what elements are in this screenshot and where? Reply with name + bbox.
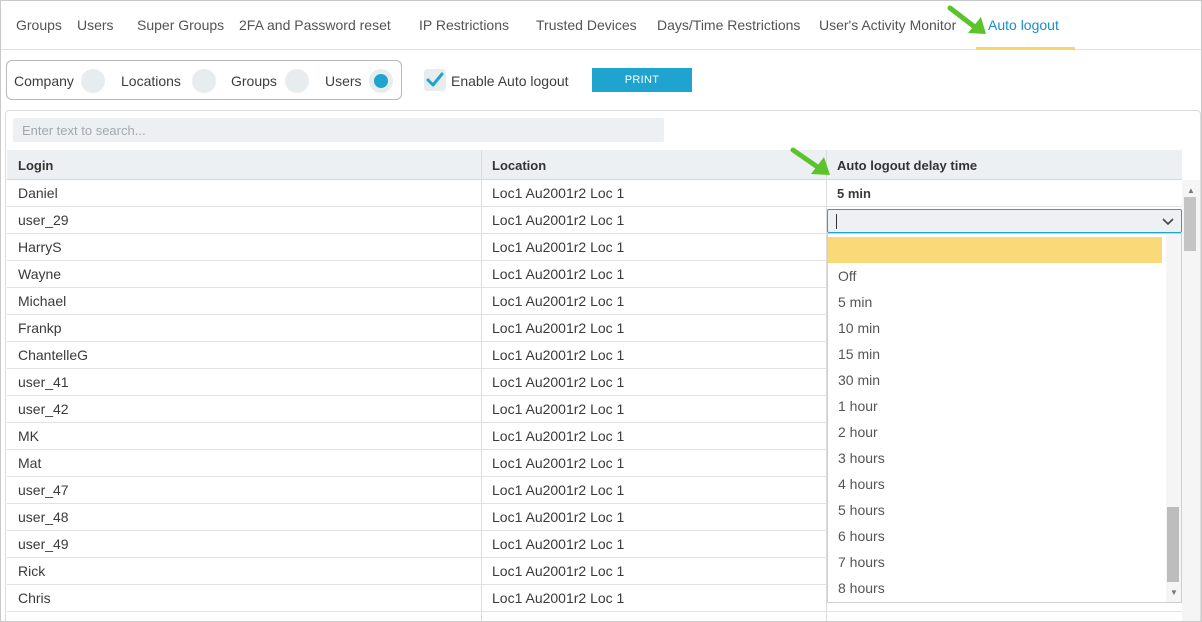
tab-trusted-devices[interactable]: Trusted Devices: [536, 17, 637, 33]
cell-location: Loc1 Au2001r2 Loc 1: [492, 212, 625, 228]
dropdown-option-empty[interactable]: [828, 237, 1162, 263]
cell-location: Loc1 Au2001r2 Loc 1: [492, 563, 625, 579]
table-scrollbar-thumb[interactable]: [1184, 197, 1196, 251]
cell-location: Loc1 Au2001r2 Loc 1: [492, 320, 625, 336]
cell-login: user_29: [18, 212, 69, 228]
table-row[interactable]: Daniel Loc1 Au2001r2 Loc 1 5 min: [7, 180, 1182, 207]
cell-location: Loc1 Au2001r2 Loc 1: [492, 482, 625, 498]
text-cursor: [836, 214, 837, 229]
radio-groups[interactable]: [285, 69, 309, 93]
cell-location: Loc1 Au2001r2 Loc 1: [492, 455, 625, 471]
cell-location: Loc1 Au2001r2 Loc 1: [492, 293, 625, 309]
cell-location: Loc1 Au2001r2 Loc 1: [492, 590, 625, 606]
green-arrow-icon: [947, 5, 986, 34]
cell-login: Wayne: [18, 266, 62, 282]
chevron-down-icon: [1162, 218, 1174, 226]
radio-label-company[interactable]: Company: [14, 73, 74, 89]
dropdown-option[interactable]: 5 hours: [828, 497, 1162, 523]
cell-login: MK: [18, 428, 39, 444]
cell-login: user_49: [18, 536, 69, 552]
cell-location: Loc1 Au2001r2 Loc 1: [492, 536, 625, 552]
radio-company[interactable]: [81, 69, 105, 93]
cell-login: Chris: [18, 590, 51, 606]
dropdown-option[interactable]: 15 min: [828, 341, 1162, 367]
enable-auto-logout-checkbox[interactable]: [424, 69, 446, 91]
cell-location: Loc1 Au2001r2 Loc 1: [492, 428, 625, 444]
tab-super-groups[interactable]: Super Groups: [137, 17, 224, 33]
dropdown-option[interactable]: 5 min: [828, 289, 1162, 315]
radio-label-groups[interactable]: Groups: [231, 73, 277, 89]
column-header-login[interactable]: Login: [18, 158, 53, 173]
cell-location: Loc1 Au2001r2 Loc 1: [492, 239, 625, 255]
dropdown-option[interactable]: 10 min: [828, 315, 1162, 341]
tab-2fa-password-reset[interactable]: 2FA and Password reset: [239, 17, 391, 33]
enable-auto-logout-label[interactable]: Enable Auto logout: [451, 73, 569, 89]
radio-users[interactable]: [369, 69, 393, 93]
tab-days-time-restrictions[interactable]: Days/Time Restrictions: [657, 17, 800, 33]
radio-label-users[interactable]: Users: [325, 73, 362, 89]
tab-auto-logout[interactable]: Auto logout: [988, 17, 1059, 33]
scroll-down-arrow[interactable]: ▼: [1170, 588, 1178, 597]
cell-location: Loc1 Au2001r2 Loc 1: [492, 401, 625, 417]
dropdown-scrollbar-thumb[interactable]: [1167, 507, 1179, 582]
dropdown-option[interactable]: Off: [828, 263, 1162, 289]
cell-login: user_48: [18, 509, 69, 525]
column-header-location[interactable]: Location: [492, 158, 546, 173]
search-input[interactable]: [13, 118, 664, 142]
tab-users[interactable]: Users: [77, 17, 114, 33]
cell-login: Daniel: [18, 185, 58, 201]
cell-login: user_42: [18, 401, 69, 417]
tab-ip-restrictions[interactable]: IP Restrictions: [419, 17, 509, 33]
scroll-up-arrow[interactable]: ▲: [1187, 186, 1195, 195]
tab-users-activity-monitor[interactable]: User's Activity Monitor: [819, 17, 956, 33]
dropdown-option[interactable]: 30 min: [828, 367, 1162, 393]
dropdown-option[interactable]: 3 hours: [828, 445, 1162, 471]
dropdown-option[interactable]: 4 hours: [828, 471, 1162, 497]
scope-radio-group: Company Locations Groups Users: [6, 60, 402, 100]
dropdown-option[interactable]: 6 hours: [828, 523, 1162, 549]
dropdown-option[interactable]: 7 hours: [828, 549, 1162, 575]
cell-login: ChantelleG: [18, 347, 89, 363]
radio-locations[interactable]: [192, 69, 216, 93]
auto-logout-window: Groups Users Super Groups 2FA and Passwo…: [0, 0, 1202, 622]
cell-location: Loc1 Au2001r2 Loc 1: [492, 509, 625, 525]
dropdown-option[interactable]: 1 hour: [828, 393, 1162, 419]
tab-groups[interactable]: Groups: [16, 17, 62, 33]
cell-location: Loc1 Au2001r2 Loc 1: [492, 266, 625, 282]
cell-login: user_47: [18, 482, 69, 498]
check-icon: [426, 72, 444, 87]
cell-location: Loc1 Au2001r2 Loc 1: [492, 185, 625, 201]
radio-label-locations[interactable]: Locations: [121, 73, 181, 89]
delay-dropdown-list: Off 5 min 10 min 15 min 30 min 1 hour 2 …: [827, 233, 1182, 603]
cell-location: Loc1 Au2001r2 Loc 1: [492, 347, 625, 363]
cell-login: Mat: [18, 455, 42, 471]
delay-select[interactable]: [827, 209, 1182, 233]
cell-login: Rick: [18, 563, 46, 579]
dropdown-option[interactable]: 2 hour: [828, 419, 1162, 445]
tab-bar: Groups Users Super Groups 2FA and Passwo…: [1, 1, 1201, 50]
dropdown-option[interactable]: 8 hours: [828, 575, 1162, 601]
cell-login: HarryS: [18, 239, 62, 255]
cell-login: user_41: [18, 374, 69, 390]
table-header: Login Location Auto logout delay time: [7, 150, 1182, 180]
cell-location: Loc1 Au2001r2 Loc 1: [492, 374, 625, 390]
cell-login: Michael: [18, 293, 67, 309]
cell-delay[interactable]: 5 min: [837, 186, 871, 201]
green-arrow-icon: [790, 147, 830, 175]
active-tab-indicator: [976, 47, 1075, 50]
print-button[interactable]: PRINT: [592, 68, 692, 92]
cell-login: Frankp: [18, 320, 62, 336]
column-header-delay[interactable]: Auto logout delay time: [837, 158, 977, 173]
users-table-panel: Login Location Auto logout delay time Da…: [5, 110, 1201, 621]
